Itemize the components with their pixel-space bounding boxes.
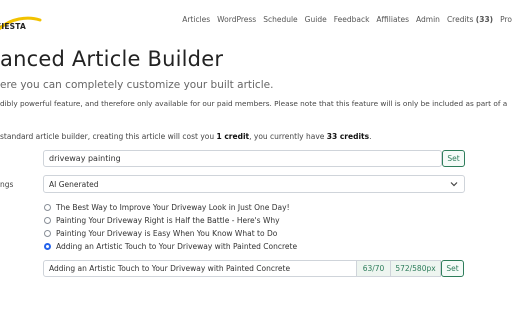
radio-button-selected[interactable] xyxy=(44,243,51,250)
nav-affiliates[interactable]: Affiliates xyxy=(376,15,409,24)
nav-feedback[interactable]: Feedback xyxy=(334,15,370,24)
option-label: Painting Your Driveway is Easy When You … xyxy=(56,229,278,238)
cost-suffix: . xyxy=(369,132,372,141)
logo-text: FIESTA xyxy=(0,22,26,31)
pixel-width-badge: 572/580px xyxy=(391,260,441,277)
brand-logo[interactable]: FIESTA xyxy=(0,8,44,31)
cost-middle: , you currently have xyxy=(249,132,327,141)
settings-label: ngs xyxy=(0,180,14,189)
nav-credits-label: Credits xyxy=(446,15,474,24)
radio-button[interactable] xyxy=(44,217,51,224)
title-options-list: The Best Way to Improve Your Driveway Lo… xyxy=(44,201,297,253)
nav-credits-count: (33) xyxy=(475,15,494,24)
radio-button[interactable] xyxy=(44,230,51,237)
chevron-down-icon xyxy=(450,182,458,187)
cost-credit: 1 credit xyxy=(216,132,250,141)
title-option[interactable]: Painting Your Driveway Right is Half the… xyxy=(44,214,297,227)
credit-cost-text: standard article builder, creating this … xyxy=(0,132,371,141)
cost-credits-have: 33 credits xyxy=(326,132,370,141)
select-value: AI Generated xyxy=(49,180,99,189)
nav-articles[interactable]: Articles xyxy=(182,15,210,24)
title-option[interactable]: Adding an Artistic Touch to Your Drivewa… xyxy=(44,240,297,253)
page-title: anced Article Builder xyxy=(0,47,224,71)
radio-button[interactable] xyxy=(44,204,51,211)
title-source-select[interactable]: AI Generated xyxy=(43,175,465,193)
char-count-badge: 63/70 xyxy=(357,260,391,277)
article-title-value: Adding an Artistic Touch to Your Drivewa… xyxy=(49,264,291,273)
keyword-input[interactable]: driveway painting xyxy=(43,150,442,167)
title-set-button[interactable]: Set xyxy=(441,260,464,277)
title-option[interactable]: The Best Way to Improve Your Driveway Lo… xyxy=(44,201,297,214)
nav-credits[interactable]: Credits (33) xyxy=(447,15,493,24)
top-nav: Articles WordPress Schedule Guide Feedba… xyxy=(182,15,512,24)
nav-guide[interactable]: Guide xyxy=(305,15,327,24)
nav-profile[interactable]: Pro xyxy=(500,15,512,24)
cost-prefix: standard article builder, creating this … xyxy=(0,132,217,141)
option-label: Painting Your Driveway Right is Half the… xyxy=(56,216,280,225)
article-title-input[interactable]: Adding an Artistic Touch to Your Drivewa… xyxy=(43,260,357,277)
keyword-set-button[interactable]: Set xyxy=(442,150,465,167)
nav-wordpress[interactable]: WordPress xyxy=(217,15,256,24)
keyword-value: driveway painting xyxy=(49,154,121,163)
nav-schedule[interactable]: Schedule xyxy=(263,15,297,24)
premium-notice: dibly powerful feature, and therefore on… xyxy=(0,99,508,108)
option-label: The Best Way to Improve Your Driveway Lo… xyxy=(56,203,290,212)
nav-admin[interactable]: Admin xyxy=(416,15,440,24)
page-subtitle: ere you can completely customize your bu… xyxy=(0,79,274,91)
title-option[interactable]: Painting Your Driveway is Easy When You … xyxy=(44,227,297,240)
option-label: Adding an Artistic Touch to Your Drivewa… xyxy=(56,242,298,251)
